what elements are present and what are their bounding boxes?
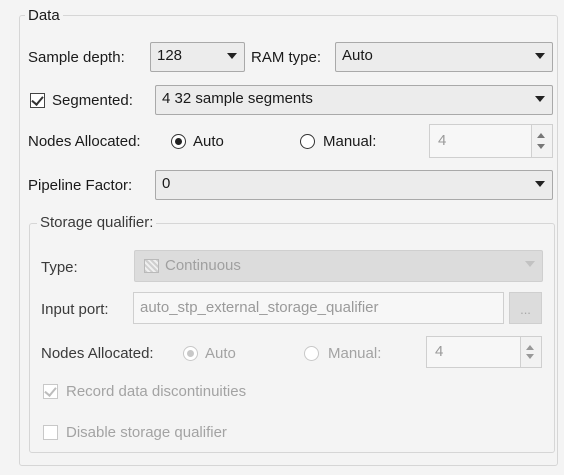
record-discontinuities-label: Record data discontinuities (66, 383, 247, 400)
chevron-down-icon (535, 96, 545, 102)
storage-nodes-manual-radio[interactable] (304, 346, 319, 361)
sample-depth-value: 128 (157, 47, 183, 64)
input-port-label: Input port: (41, 301, 109, 318)
disable-storage-qualifier-label: Disable storage qualifier (66, 424, 227, 441)
storage-nodes-auto-radio[interactable] (183, 346, 198, 361)
nodes-manual-label: Manual: (323, 133, 377, 150)
nodes-auto-radio[interactable] (171, 134, 186, 149)
segmented-checkbox[interactable] (30, 93, 45, 108)
record-discontinuities-checkbox[interactable] (43, 384, 58, 399)
storage-nodes-manual-value: 4 (435, 343, 444, 360)
pipeline-factor-select[interactable]: 0 (155, 170, 553, 200)
spin-up-icon[interactable] (537, 133, 545, 138)
type-select[interactable]: Continuous (134, 250, 543, 282)
nodes-manual-spinbox[interactable]: 4 (429, 124, 553, 158)
spin-down-icon[interactable] (537, 144, 545, 149)
segmented-label: Segmented: (52, 92, 133, 109)
nodes-allocated-label: Nodes Allocated: (28, 133, 141, 150)
input-port-field[interactable]: auto_stp_external_storage_qualifier (133, 292, 504, 324)
check-icon (44, 384, 57, 397)
spin-up-icon[interactable] (526, 345, 534, 350)
ram-type-label: RAM type: (251, 49, 322, 66)
radio-selected-dot (174, 137, 182, 145)
storage-nodes-manual-spinbox[interactable]: 4 (426, 336, 542, 368)
data-group-title: Data (25, 7, 63, 25)
storage-nodes-allocated-label: Nodes Allocated: (41, 345, 154, 362)
browse-button[interactable]: ... (509, 292, 542, 324)
spin-buttons[interactable] (520, 337, 541, 367)
nodes-auto-label: Auto (193, 133, 224, 150)
nodes-manual-radio[interactable] (300, 134, 315, 149)
chevron-down-icon (535, 181, 545, 187)
storage-nodes-manual-label: Manual: (328, 345, 382, 362)
spin-buttons[interactable] (531, 125, 552, 157)
chevron-down-icon (535, 53, 545, 59)
storage-qualifier-title: Storage qualifier: (37, 214, 157, 232)
ram-type-select[interactable]: Auto (335, 42, 553, 72)
type-label: Type: (41, 259, 78, 276)
storage-nodes-auto-label: Auto (205, 345, 236, 362)
pipeline-factor-value: 0 (162, 175, 171, 192)
segmented-value: 4 32 sample segments (162, 90, 313, 107)
sample-depth-label: Sample depth: (28, 49, 125, 66)
pipeline-factor-label: Pipeline Factor: (28, 177, 133, 194)
sample-depth-select[interactable]: 128 (150, 42, 245, 72)
check-icon (31, 93, 44, 106)
ram-type-value: Auto (342, 47, 373, 64)
nodes-manual-value: 4 (438, 132, 447, 149)
chevron-down-icon (525, 261, 535, 267)
radio-selected-dot (186, 349, 194, 357)
segmented-select[interactable]: 4 32 sample segments (155, 85, 553, 115)
type-value: Continuous (165, 257, 241, 274)
disable-storage-qualifier-checkbox[interactable] (43, 425, 58, 440)
spin-down-icon[interactable] (526, 354, 534, 359)
input-port-value: auto_stp_external_storage_qualifier (140, 299, 379, 316)
continuous-pattern-icon (144, 259, 159, 273)
chevron-down-icon (227, 53, 237, 59)
